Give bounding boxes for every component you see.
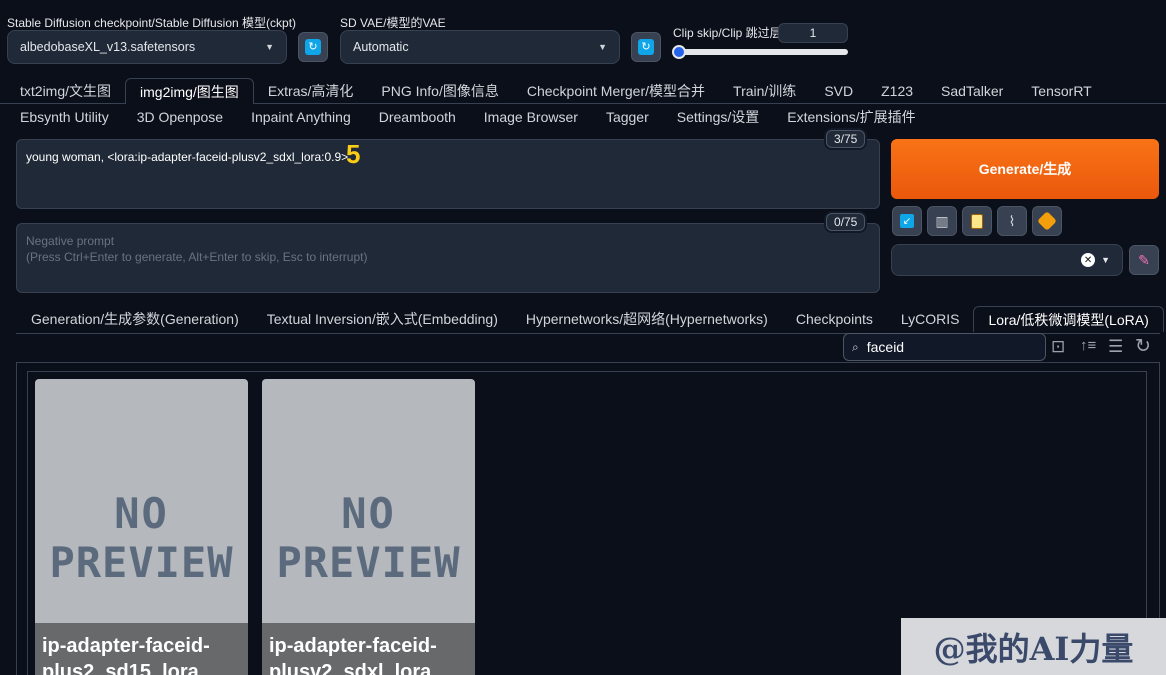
sort-icon[interactable]: ↑≡ (1080, 337, 1096, 354)
tab-inpaint-anything[interactable]: Inpaint Anything (237, 104, 365, 130)
search-icon: ⌕ (852, 339, 859, 354)
style-apply-button[interactable] (962, 206, 992, 236)
extra-networks-button[interactable] (1032, 206, 1062, 236)
network-tabs: Generation/生成参数(Generation) Textual Inve… (17, 306, 1164, 332)
negative-prompt-placeholder-line2: (Press Ctrl+Enter to generate, Alt+Enter… (26, 250, 368, 264)
vae-dropdown[interactable]: Automatic ▼ (340, 30, 620, 64)
tree-view-icon[interactable]: ☰ (1108, 337, 1123, 357)
clip-skip-number-input[interactable]: 1 (778, 23, 848, 43)
no-preview-text: NO (341, 489, 396, 538)
chevron-down-icon: ▼ (598, 42, 607, 52)
tab-png-info[interactable]: PNG Info/图像信息 (367, 78, 512, 104)
vae-value: Automatic (353, 40, 409, 54)
tab-sadtalker[interactable]: SadTalker (927, 78, 1017, 104)
tab-lycoris[interactable]: LyCORIS (887, 306, 974, 332)
tab-tagger[interactable]: Tagger (592, 104, 663, 130)
checkpoint-value: albedobaseXL_v13.safetensors (20, 40, 196, 54)
watermark: @我的AI力量 (901, 618, 1166, 675)
paperclip-button[interactable]: ⌇ (997, 206, 1027, 236)
refresh-vae-button[interactable]: ↻ (631, 32, 661, 62)
chevron-down-icon: ▼ (265, 42, 274, 52)
negative-prompt-textarea[interactable]: Negative prompt (Press Ctrl+Enter to gen… (16, 223, 880, 293)
tab-z123[interactable]: Z123 (867, 78, 927, 104)
folder-search-icon[interactable]: ⊡ (1051, 337, 1065, 357)
paperclip-icon: ⌇ (1008, 212, 1016, 229)
generate-button[interactable]: Generate/生成 (891, 139, 1159, 199)
read-params-button[interactable]: ↙ (892, 206, 922, 236)
clip-skip-label: Clip skip/Clip 跳过层 (673, 26, 782, 40)
tab-txt2img[interactable]: txt2img/文生图 (6, 78, 125, 104)
refresh-icon: ↻ (305, 39, 321, 55)
step-marker: 5 (346, 139, 361, 169)
search-input[interactable]: ⌕ faceid (843, 333, 1046, 361)
tab-extensions[interactable]: Extensions/扩展插件 (773, 104, 929, 130)
prompt-token-counter: 3/75 (826, 130, 866, 148)
clear-icon[interactable]: ✕ (1081, 253, 1096, 267)
vae-label: SD VAE/模型的VAE (340, 16, 446, 30)
no-preview-image: NO PREVIEW (262, 489, 475, 587)
box-icon (1037, 211, 1057, 231)
card-title: ip-adapter-faceid-plus2_sd15_lora (35, 623, 248, 675)
lora-card[interactable]: NO PREVIEW ip-adapter-faceid-plus2_sd15_… (35, 379, 248, 675)
tab-settings[interactable]: Settings/设置 (663, 104, 773, 130)
refresh-checkpoint-button[interactable]: ↻ (298, 32, 328, 62)
lora-card[interactable]: NO PREVIEW ip-adapter-faceid-plusv2_sdxl… (262, 379, 475, 675)
clip-skip-slider-thumb[interactable] (672, 45, 686, 59)
tab-img2img[interactable]: img2img/图生图 (125, 78, 254, 104)
tab-dreambooth[interactable]: Dreambooth (365, 104, 470, 130)
prompt-textarea[interactable]: young woman, <lora:ip-adapter-faceid-plu… (16, 139, 880, 209)
clip-skip-slider-track[interactable] (675, 49, 848, 55)
tab-3d-openpose[interactable]: 3D Openpose (123, 104, 237, 130)
refresh-icon[interactable]: ↻ (1135, 335, 1151, 358)
tab-lora[interactable]: Lora/低秩微调模型(LoRA) (973, 306, 1164, 332)
no-preview-text: NO (114, 489, 169, 538)
main-tabs-row2: Ebsynth Utility 3D Openpose Inpaint Anyt… (6, 104, 930, 130)
styles-dropdown[interactable]: ✕ ▼ (891, 244, 1123, 276)
negative-prompt-placeholder-line1: Negative prompt (26, 234, 115, 248)
refresh-icon: ↻ (638, 39, 654, 55)
brush-icon: ✎ (1138, 251, 1150, 268)
tab-checkpoints[interactable]: Checkpoints (782, 306, 887, 332)
tab-textual-inversion[interactable]: Textual Inversion/嵌入式(Embedding) (253, 306, 512, 332)
no-preview-text: PREVIEW (49, 538, 234, 587)
tab-hypernetworks[interactable]: Hypernetworks/超网络(Hypernetworks) (512, 306, 782, 332)
edit-styles-button[interactable]: ✎ (1129, 245, 1159, 275)
checkpoint-dropdown[interactable]: albedobaseXL_v13.safetensors ▼ (7, 30, 287, 64)
prompt-text: young woman, <lora:ip-adapter-faceid-plu… (26, 150, 349, 164)
tab-image-browser[interactable]: Image Browser (470, 104, 592, 130)
no-preview-image: NO PREVIEW (35, 489, 248, 587)
tab-svd[interactable]: SVD (810, 78, 867, 104)
negative-token-counter: 0/75 (826, 213, 866, 231)
tab-extras[interactable]: Extras/高清化 (254, 78, 368, 104)
tab-ebsynth-utility[interactable]: Ebsynth Utility (6, 104, 123, 130)
clear-prompt-button[interactable]: ▥ (927, 206, 957, 236)
clipboard-icon (971, 213, 983, 229)
chevron-down-icon: ▼ (1101, 255, 1110, 265)
arrow-icon: ↙ (900, 214, 914, 228)
no-preview-text: PREVIEW (276, 538, 461, 587)
tab-checkpoint-merger[interactable]: Checkpoint Merger/模型合并 (513, 78, 719, 104)
checkpoint-label: Stable Diffusion checkpoint/Stable Diffu… (7, 16, 297, 30)
trash-icon: ▥ (935, 212, 949, 229)
main-tabs-row1: txt2img/文生图 img2img/图生图 Extras/高清化 PNG I… (6, 78, 1106, 104)
card-title: ip-adapter-faceid-plusv2_sdxl_lora (262, 623, 475, 675)
tab-train[interactable]: Train/训练 (719, 78, 810, 104)
tab-generation[interactable]: Generation/生成参数(Generation) (17, 306, 253, 332)
search-value: faceid (866, 339, 905, 355)
tab-tensorrt[interactable]: TensorRT (1017, 78, 1105, 104)
